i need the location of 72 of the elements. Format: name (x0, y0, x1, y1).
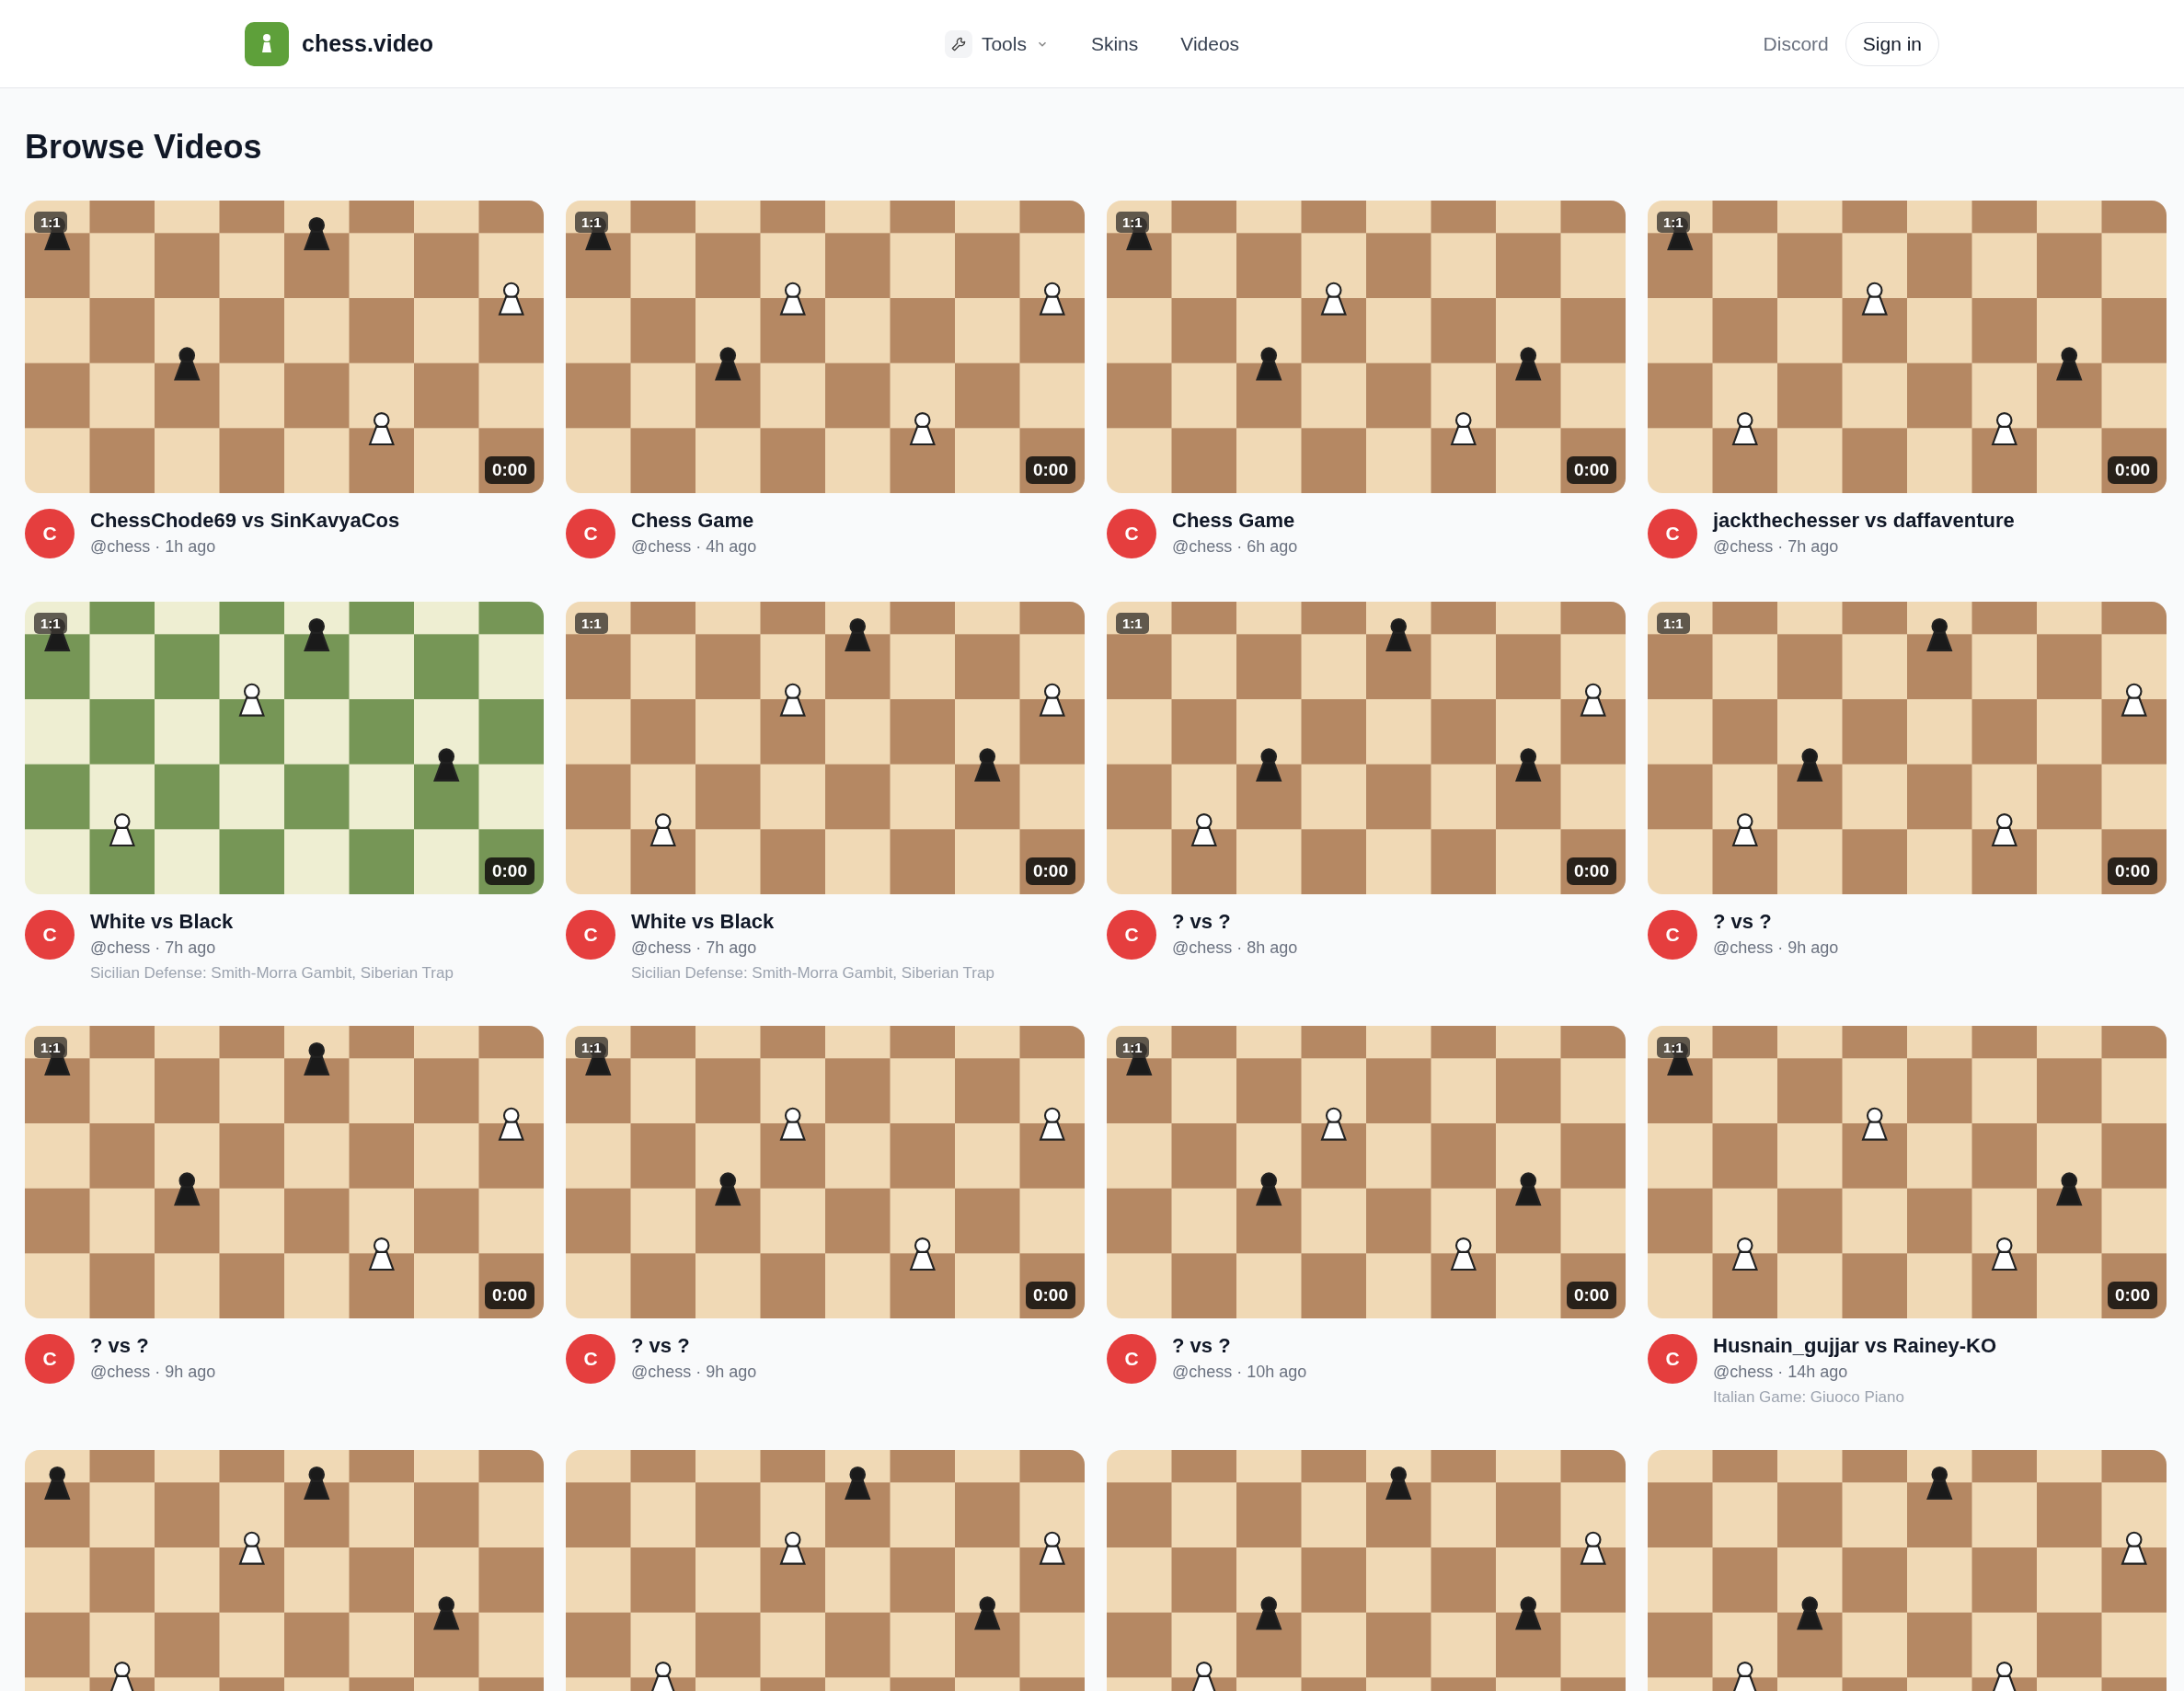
channel-avatar[interactable]: C (566, 509, 615, 558)
channel-avatar[interactable]: C (566, 910, 615, 960)
channel-avatar[interactable]: C (1107, 509, 1156, 558)
ratio-badge: 1:1 (575, 1037, 608, 1058)
duration-badge: 0:00 (1025, 456, 1075, 484)
channel-avatar[interactable]: C (1107, 1334, 1156, 1384)
channel-avatar[interactable]: C (1648, 1334, 1697, 1384)
tools-menu[interactable]: Tools (944, 29, 1049, 58)
ratio-badge: 1:1 (575, 613, 608, 634)
ratio-badge: 1:1 (1657, 212, 1690, 233)
duration-badge: 0:00 (2107, 1282, 2157, 1309)
video-title[interactable]: White vs Black (631, 910, 994, 934)
video-title[interactable]: White vs Black (90, 910, 454, 934)
video-meta: @chess · 10h ago (1172, 1363, 1307, 1382)
nav-link[interactable]: Skins (1090, 32, 1139, 55)
channel-avatar[interactable]: C (25, 910, 75, 960)
ratio-badge: 1:1 (1657, 1037, 1690, 1058)
duration-badge: 0:00 (484, 456, 535, 484)
channel-avatar[interactable]: C (1648, 910, 1697, 960)
duration-badge: 0:00 (1566, 1282, 1616, 1309)
ratio-badge: 1:1 (34, 1037, 67, 1058)
duration-badge: 0:00 (2107, 456, 2157, 484)
video-meta: @chess · 6h ago (1172, 537, 1298, 557)
video-meta: @chess · 14h ago (1713, 1363, 1849, 1382)
duration-badge: 0:00 (484, 1282, 535, 1309)
video-meta: @chess · 7h ago (631, 938, 758, 958)
duration-badge: 0:00 (1566, 456, 1616, 484)
video-meta: @chess · 9h ago (90, 1363, 216, 1382)
channel-avatar[interactable]: C (1648, 509, 1697, 558)
channel-avatar[interactable]: C (566, 1334, 615, 1384)
video-title[interactable]: ? vs ? (1172, 910, 1298, 934)
ratio-badge: 1:1 (1657, 613, 1690, 634)
video-meta: @chess · 8h ago (1172, 938, 1298, 958)
duration-badge: 0:00 (1566, 857, 1616, 885)
video-title[interactable]: ChessChode69 vs SinKavyaCos (90, 509, 400, 533)
discord-link[interactable]: Discord (1763, 32, 1829, 55)
ratio-badge: 1:1 (1116, 613, 1149, 634)
channel-avatar[interactable]: C (25, 1334, 75, 1384)
channel-avatar[interactable]: C (1107, 910, 1156, 960)
page-title: Browse Videos (25, 127, 263, 167)
video-title[interactable]: ? vs ? (1713, 910, 1839, 934)
video-title[interactable]: ? vs ? (90, 1334, 216, 1358)
opening-name: Sicilian Defense: Smith-Morra Gambit, Siberian Trap (631, 964, 994, 983)
wrench-icon (944, 29, 972, 58)
video-title[interactable]: ? vs ? (631, 1334, 757, 1358)
video-meta: @chess · 9h ago (1713, 938, 1839, 958)
video-title[interactable]: Chess Game (1172, 509, 1298, 533)
video-meta: @chess · 9h ago (631, 1363, 757, 1382)
ratio-badge: 1:1 (1116, 1037, 1149, 1058)
site-name[interactable]: chess.video (302, 30, 434, 57)
nav-link[interactable]: Videos (1180, 32, 1240, 55)
video-title[interactable]: Husnain_gujjar vs Rainey-KO (1713, 1334, 1997, 1358)
video-meta: @chess · 4h ago (631, 537, 757, 557)
opening-name: Sicilian Defense: Smith-Morra Gambit, Siberian Trap (90, 964, 454, 983)
duration-badge: 0:00 (1025, 1282, 1075, 1309)
logo-icon[interactable] (245, 21, 289, 66)
video-title[interactable]: ? vs ? (1172, 1334, 1307, 1358)
sign-in-button[interactable]: Sign in (1845, 21, 1939, 66)
ratio-badge: 1:1 (34, 613, 67, 634)
video-title[interactable]: jackthechesser vs daffaventure (1713, 509, 2015, 533)
duration-badge: 0:00 (1025, 857, 1075, 885)
video-meta: @chess · 7h ago (1713, 537, 1840, 557)
ratio-badge: 1:1 (34, 212, 67, 233)
channel-avatar[interactable]: C (25, 509, 75, 558)
duration-badge: 0:00 (2107, 857, 2157, 885)
video-meta: @chess · 7h ago (90, 938, 217, 958)
opening-name: Italian Game: Giuoco Piano (1713, 1388, 1905, 1407)
video-meta: @chess · 1h ago (90, 537, 217, 557)
duration-badge: 0:00 (484, 857, 535, 885)
video-title[interactable]: Chess Game (631, 509, 757, 533)
ratio-badge: 1:1 (1116, 212, 1149, 233)
ratio-badge: 1:1 (575, 212, 608, 233)
